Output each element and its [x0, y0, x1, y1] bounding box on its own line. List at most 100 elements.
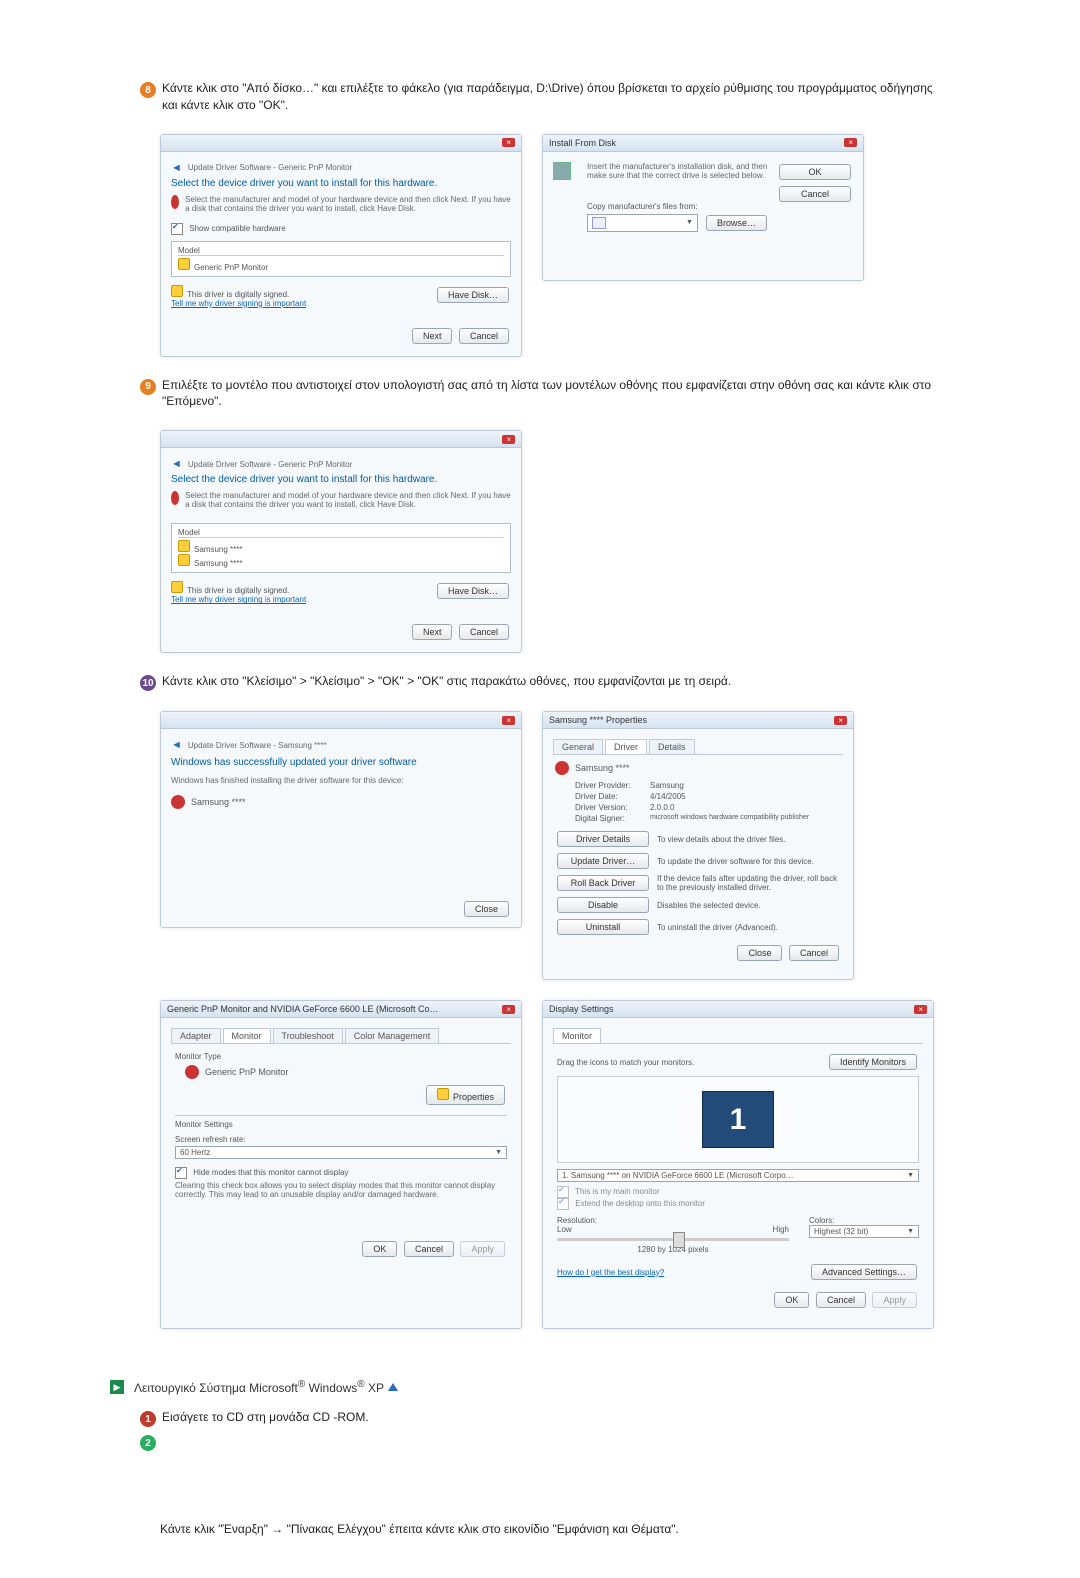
- step-8-text: Κάντε κλικ στο "Από δίσκο…" και επιλέξτε…: [162, 80, 940, 114]
- tell-link[interactable]: Tell me why driver signing is important: [171, 595, 306, 604]
- back-arrow-icon[interactable]: ◄: [171, 162, 182, 174]
- cancel-button[interactable]: Cancel: [459, 328, 509, 344]
- hide-modes-label: Hide modes that this monitor cannot disp…: [193, 1168, 348, 1177]
- dialog4-title: [167, 715, 170, 725]
- properties-button[interactable]: Properties: [426, 1085, 505, 1105]
- tab-troubleshoot[interactable]: Troubleshoot: [273, 1028, 343, 1043]
- xp-step-1-bullet: 1: [140, 1411, 156, 1427]
- shield-icon: [171, 285, 183, 297]
- show-compat-label: Show compatible hardware: [189, 224, 286, 233]
- refresh-label: Screen refresh rate:: [175, 1135, 507, 1144]
- tab-monitor[interactable]: Monitor: [553, 1028, 601, 1043]
- drive-icon: [592, 217, 606, 229]
- browse-button[interactable]: Browse…: [706, 215, 767, 231]
- close-icon[interactable]: ×: [502, 716, 515, 725]
- driver-details-button[interactable]: Driver Details: [557, 831, 649, 847]
- close-button[interactable]: Close: [464, 901, 509, 917]
- next-button[interactable]: Next: [412, 328, 453, 344]
- hide-modes-checkbox[interactable]: [175, 1167, 187, 1179]
- xp-title: Λειτουργικό Σύστημα Microsoft® Windows® …: [134, 1379, 384, 1395]
- hide-modes-desc: Clearing this check box allows you to se…: [175, 1181, 507, 1199]
- shield-icon: [171, 581, 183, 593]
- colors-value: Highest (32 bit): [814, 1227, 868, 1236]
- model-header: Model: [178, 528, 504, 538]
- apply-button[interactable]: Apply: [872, 1292, 917, 1308]
- have-disk-button[interactable]: Have Disk…: [437, 287, 509, 303]
- resolution-head: Resolution:: [557, 1216, 789, 1225]
- driver-details-desc: To view details about the driver files.: [657, 835, 841, 844]
- model-list[interactable]: Model Samsung **** Samsung ****: [171, 523, 511, 573]
- tab-monitor[interactable]: Monitor: [223, 1028, 271, 1043]
- refresh-dropdown[interactable]: 60 Hertz ▼: [175, 1146, 507, 1159]
- tell-link[interactable]: Tell me why driver signing is important: [171, 299, 306, 308]
- cancel-button[interactable]: Cancel: [789, 945, 839, 961]
- step-10-text: Κάντε κλικ στο "Κλείσιμο" > "Κλείσιμο" >…: [162, 673, 731, 690]
- cancel-button[interactable]: Cancel: [459, 624, 509, 640]
- copy-from-label: Copy manufacturer's files from:: [587, 202, 769, 211]
- low-label: Low: [557, 1225, 572, 1234]
- close-icon[interactable]: ×: [502, 1005, 515, 1014]
- disable-button[interactable]: Disable: [557, 897, 649, 913]
- dialog4-heading: Windows has successfully updated your dr…: [171, 757, 511, 768]
- close-icon[interactable]: ×: [844, 138, 857, 147]
- step-8-bullet: 8: [140, 82, 156, 98]
- ok-button[interactable]: OK: [774, 1292, 809, 1308]
- dialog4-subtext: Windows has finished installing the driv…: [171, 776, 511, 785]
- tab-driver[interactable]: Driver: [605, 739, 647, 754]
- dialog4-breadcrumb: Update Driver Software - Samsung ****: [188, 741, 327, 750]
- ok-button[interactable]: OK: [779, 164, 851, 180]
- resolution-slider[interactable]: [557, 1238, 789, 1241]
- apply-button[interactable]: Apply: [460, 1241, 505, 1257]
- monitor-preview-1[interactable]: 1: [702, 1091, 774, 1148]
- back-arrow-icon[interactable]: ◄: [171, 458, 182, 470]
- monitor-select-value: 1. Samsung **** on NVIDIA GeForce 6600 L…: [562, 1171, 794, 1180]
- dialog2-title: Install From Disk: [549, 138, 616, 148]
- model-list[interactable]: Model Generic PnP Monitor: [171, 241, 511, 277]
- device-icon: [171, 491, 179, 505]
- drag-label: Drag the icons to match your monitors.: [557, 1058, 694, 1067]
- uninstall-button[interactable]: Uninstall: [557, 919, 649, 935]
- cancel-button[interactable]: Cancel: [404, 1241, 454, 1257]
- tab-adapter[interactable]: Adapter: [171, 1028, 221, 1043]
- signed-text: This driver is digitally signed.: [187, 290, 289, 299]
- cancel-button[interactable]: Cancel: [779, 186, 851, 202]
- tab-colormgmt[interactable]: Color Management: [345, 1028, 440, 1043]
- floppy-icon: [553, 162, 571, 180]
- tab-details[interactable]: Details: [649, 739, 695, 754]
- close-icon[interactable]: ×: [502, 138, 515, 147]
- dialog4-device-name: Samsung ****: [191, 797, 246, 807]
- chevron-down-icon: ▼: [686, 219, 693, 226]
- xp-section-bullet: ▶: [110, 1380, 124, 1394]
- dialog1-breadcrumb: Update Driver Software - Generic PnP Mon…: [188, 163, 352, 172]
- colors-dropdown[interactable]: Highest (32 bit) ▼: [809, 1225, 919, 1238]
- cancel-button[interactable]: Cancel: [816, 1292, 866, 1308]
- update-driver-button[interactable]: Update Driver…: [557, 853, 649, 869]
- path-dropdown[interactable]: ▼: [587, 214, 698, 232]
- close-icon[interactable]: ×: [502, 435, 515, 444]
- model-item[interactable]: Generic PnP Monitor: [194, 263, 268, 272]
- dialog3-breadcrumb: Update Driver Software - Generic PnP Mon…: [188, 460, 352, 469]
- advanced-settings-button[interactable]: Advanced Settings…: [811, 1264, 917, 1280]
- best-display-link[interactable]: How do I get the best display?: [557, 1268, 664, 1277]
- next-button[interactable]: Next: [412, 624, 453, 640]
- model-item[interactable]: Samsung ****: [194, 545, 242, 554]
- tab-general[interactable]: General: [553, 739, 603, 754]
- chevron-down-icon: ▼: [495, 1149, 502, 1156]
- monitor-type-value: Generic PnP Monitor: [205, 1067, 288, 1077]
- close-icon[interactable]: ×: [834, 716, 847, 725]
- device-icon: [555, 761, 569, 775]
- show-compat-checkbox[interactable]: [171, 223, 183, 235]
- monitor-icon: [185, 1065, 199, 1079]
- identify-button[interactable]: Identify Monitors: [829, 1054, 917, 1070]
- dialog1-title: [167, 138, 170, 148]
- dialog2-message: Insert the manufacturer's installation d…: [587, 162, 769, 180]
- back-arrow-icon[interactable]: ◄: [171, 739, 182, 751]
- close-button[interactable]: Close: [737, 945, 782, 961]
- model-item[interactable]: Samsung ****: [194, 559, 242, 568]
- up-arrow-icon[interactable]: [388, 1383, 398, 1391]
- close-icon[interactable]: ×: [914, 1005, 927, 1014]
- rollback-button[interactable]: Roll Back Driver: [557, 875, 649, 891]
- ok-button[interactable]: OK: [362, 1241, 397, 1257]
- have-disk-button[interactable]: Have Disk…: [437, 583, 509, 599]
- monitor-select-dropdown[interactable]: 1. Samsung **** on NVIDIA GeForce 6600 L…: [557, 1169, 919, 1182]
